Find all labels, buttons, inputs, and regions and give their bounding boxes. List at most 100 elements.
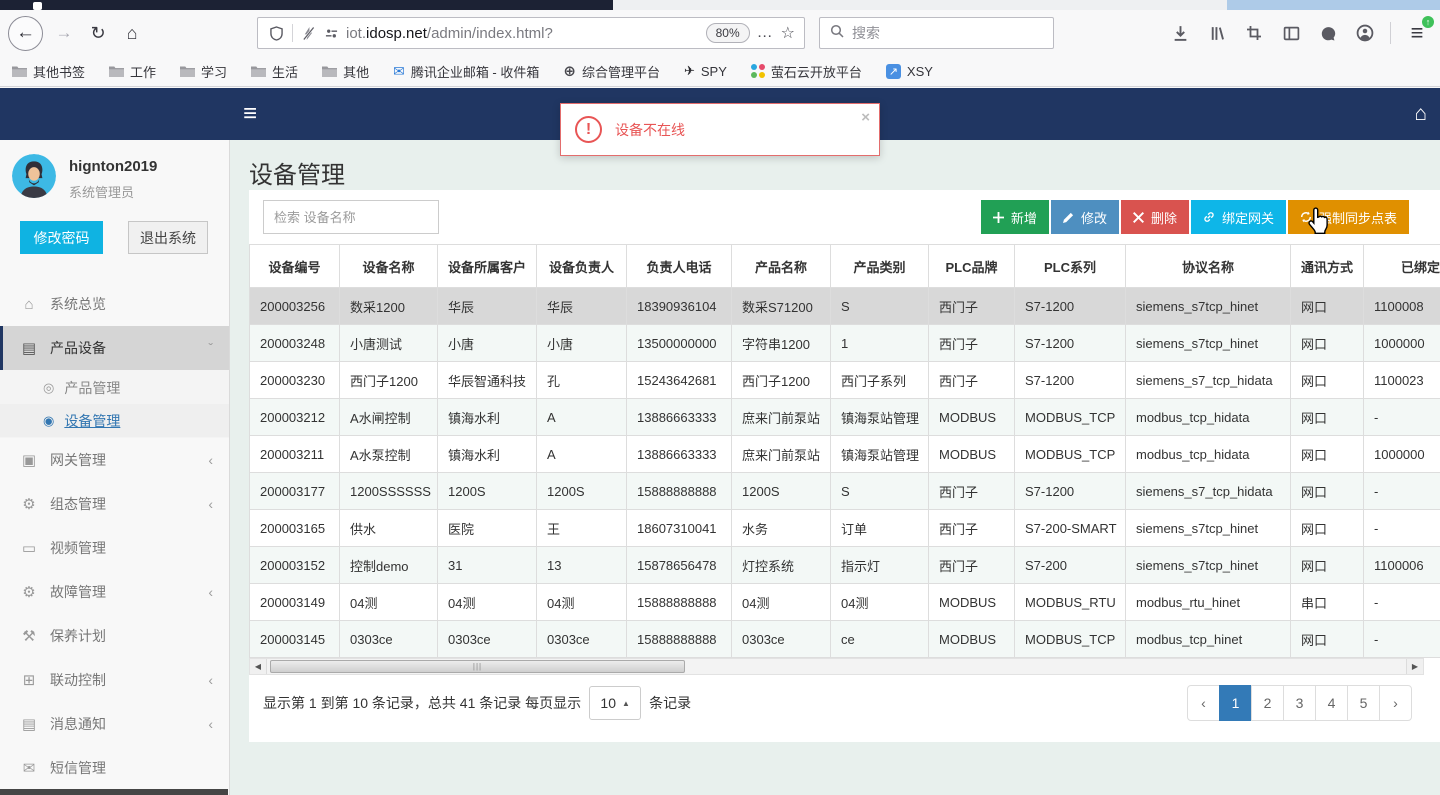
pagination-page[interactable]: 2 (1251, 685, 1284, 721)
logout-button[interactable]: 退出系统 (128, 221, 208, 254)
pagination-next[interactable]: › (1379, 685, 1412, 721)
table-cell: MODBUS (928, 583, 1015, 621)
page-size-select[interactable]: 10 ▲ (589, 686, 642, 720)
screenshot-icon[interactable] (1240, 19, 1268, 47)
back-button[interactable]: ← (8, 15, 43, 51)
toolbar-button[interactable]: 绑定网关 (1190, 200, 1286, 234)
sidebar-item[interactable]: ⌂ 系统总览 (0, 282, 229, 326)
table-cell: 西门子 (928, 324, 1015, 362)
permissions-icon[interactable] (323, 19, 339, 47)
toolbar-button[interactable]: 新增 (980, 200, 1049, 234)
bookmark-item[interactable]: 其他书签 (12, 62, 85, 81)
table-row[interactable]: 200003212 A水闸控制 镇海水利 A 13886663333 庶来门前泵站 镇海泵站… (249, 398, 1440, 436)
page-actions-icon[interactable]: … (757, 24, 774, 42)
bookmark-item[interactable]: ⊕ 综合管理平台 (563, 62, 660, 81)
toolbar-button[interactable]: 强制同步点表 (1287, 200, 1409, 234)
table-cell: MODBUS (928, 620, 1015, 658)
refresh-icon (1300, 211, 1312, 223)
toolbar-button-label: 新增 (1010, 210, 1037, 226)
browser-search-bar[interactable] (819, 17, 1054, 49)
url-text[interactable]: iot.idosp.net/admin/index.html? (346, 25, 699, 42)
table-row[interactable]: 200003149 04测 04测 04测 15888888888 04测 04测 MODBU… (249, 583, 1440, 621)
bookmark-item[interactable]: ↗ XSY (885, 63, 933, 79)
table-cell: 镇海水利 (437, 398, 537, 436)
bookmark-item[interactable]: 工作 (109, 62, 156, 81)
bookmark-label: 其他 (343, 64, 370, 80)
table-cell: - (1363, 472, 1440, 510)
device-search-input[interactable] (263, 200, 439, 234)
toolbar-button[interactable]: 修改 (1050, 200, 1119, 234)
zoom-level-badge[interactable]: 80% (705, 23, 750, 43)
blocked-content-icon[interactable] (300, 19, 316, 47)
toolbar-divider (1390, 22, 1391, 44)
table-cell: - (1363, 620, 1440, 658)
table-row[interactable]: 200003145 0303ce 0303ce 0303ce 15888888888 03… (249, 620, 1440, 658)
sidebar-subitem-label: 设备管理 (64, 412, 121, 429)
sidebar-item[interactable]: ⚒ 保养计划 (0, 614, 229, 658)
scrollbar-thumb[interactable]: ||| (270, 660, 685, 673)
table-cell: 西门子 (928, 546, 1015, 584)
scroll-right-icon[interactable]: ▶ (1406, 659, 1423, 674)
sidebar-item[interactable]: ✉ 短信管理 (0, 746, 229, 790)
table-cell: 数采1200 (339, 287, 438, 325)
url-bar[interactable]: iot.idosp.net/admin/index.html? 80% … ☆ (257, 17, 805, 49)
table-row[interactable]: 200003152 控制demo 31 13 15878656478 灯控系统 指示灯 西门子… (249, 546, 1440, 584)
sidebar-item[interactable]: ⊞ 联动控制 ‹ (0, 658, 229, 702)
reload-button[interactable]: ↻ (83, 18, 113, 48)
sidebar-collapse-icon[interactable]: ≡ (243, 101, 257, 127)
table-row[interactable]: 200003165 供水 医院王 18607310041 水务 订单 西门子 S7-200-S… (249, 509, 1440, 547)
download-icon[interactable] (1166, 19, 1194, 47)
scroll-left-icon[interactable]: ◀ (250, 659, 267, 674)
pagination-prev[interactable]: ‹ (1187, 685, 1220, 721)
library-icon[interactable] (1203, 19, 1231, 47)
shield-icon[interactable] (267, 19, 285, 47)
sidebar-item[interactable]: ▣ 网关管理 ‹ (0, 438, 229, 482)
table-cell: 15878656478 (626, 546, 732, 584)
horizontal-scrollbar-thumb[interactable] (0, 789, 228, 795)
sidebar-item[interactable]: ⚙ 组态管理 ‹ (0, 482, 229, 526)
sidebar-subitem[interactable]: ◉ 设备管理 (0, 404, 229, 437)
pagination-page[interactable]: 3 (1283, 685, 1316, 721)
table-horizontal-scrollbar[interactable]: ◀ ||| ▶ (249, 658, 1424, 675)
bookmark-item[interactable]: 萤石云开放平台 (750, 62, 862, 81)
table-row[interactable]: 200003230 西门子1200 华辰智通科技孔 15243642681 西门子120… (249, 361, 1440, 399)
forward-button[interactable]: → (49, 18, 79, 48)
sidebar-toggle-icon[interactable] (1277, 19, 1305, 47)
account-icon[interactable] (1351, 19, 1379, 47)
bookmark-item[interactable]: ✉ 腾讯企业邮箱 - 收件箱 (393, 62, 539, 81)
bookmark-item[interactable]: 生活 (251, 62, 298, 81)
pagination-page[interactable]: 1 (1219, 685, 1252, 721)
bookmark-item[interactable]: 其他 (322, 62, 369, 81)
table-row[interactable]: 200003256 数采1200 华辰 华辰 18390936104 数采S71200 S 西… (249, 287, 1440, 325)
sidebar-subitem[interactable]: ◎ 产品管理 (0, 371, 229, 404)
table-row[interactable]: 200003248 小唐测试 小唐 小唐 13500000000 字符串1200 1 西门子 S… (249, 324, 1440, 362)
table-cell: S7-1200 (1014, 472, 1126, 510)
change-password-button[interactable]: 修改密码 (20, 221, 103, 254)
browser-search-input[interactable] (852, 25, 1012, 41)
sidebar-item[interactable]: ⚙ 故障管理 ‹ (0, 570, 229, 614)
site-home-icon[interactable]: ⌂ (1414, 102, 1427, 126)
browser-home-button[interactable]: ⌂ (117, 18, 147, 48)
table-cell: 1100023 (1363, 361, 1440, 399)
table-cell: 串口 (1290, 583, 1364, 621)
sidebar-item[interactable]: ▤ 产品设备 ˇ (0, 326, 229, 370)
sidebar-item[interactable]: ▭ 视频管理 (0, 526, 229, 570)
pagination-page[interactable]: 4 (1315, 685, 1348, 721)
bookmark-star-icon[interactable]: ☆ (781, 23, 795, 43)
close-icon[interactable]: × (861, 109, 870, 126)
table-action-buttons: 新增 修改 删除 绑定网关 强制同步点表 (980, 200, 1409, 234)
sidebar-item[interactable]: ▤ 消息通知 ‹ (0, 702, 229, 746)
table-cell: 1000000 (1363, 435, 1440, 473)
gears-icon: ⚙ (22, 584, 36, 601)
table-row[interactable]: 200003177 1200SSSSSS 1200S 1200S 15888888888… (249, 472, 1440, 510)
bookmark-item[interactable]: 学习 (180, 62, 227, 81)
pagination-page[interactable]: 5 (1347, 685, 1380, 721)
pocket-icon[interactable] (1314, 19, 1342, 47)
active-tab[interactable] (0, 0, 613, 10)
bookmark-item[interactable]: ✈ SPY (684, 63, 727, 79)
toolbar-button[interactable]: 删除 (1120, 200, 1189, 234)
folder-icon (12, 65, 27, 77)
table-row[interactable]: 200003211 A水泵控制 镇海水利 A 13886663333 庶来门前泵站 镇海泵站… (249, 435, 1440, 473)
table-cell: 200003177 (249, 472, 340, 510)
menu-button[interactable]: ≡ ↑ (1402, 16, 1434, 48)
